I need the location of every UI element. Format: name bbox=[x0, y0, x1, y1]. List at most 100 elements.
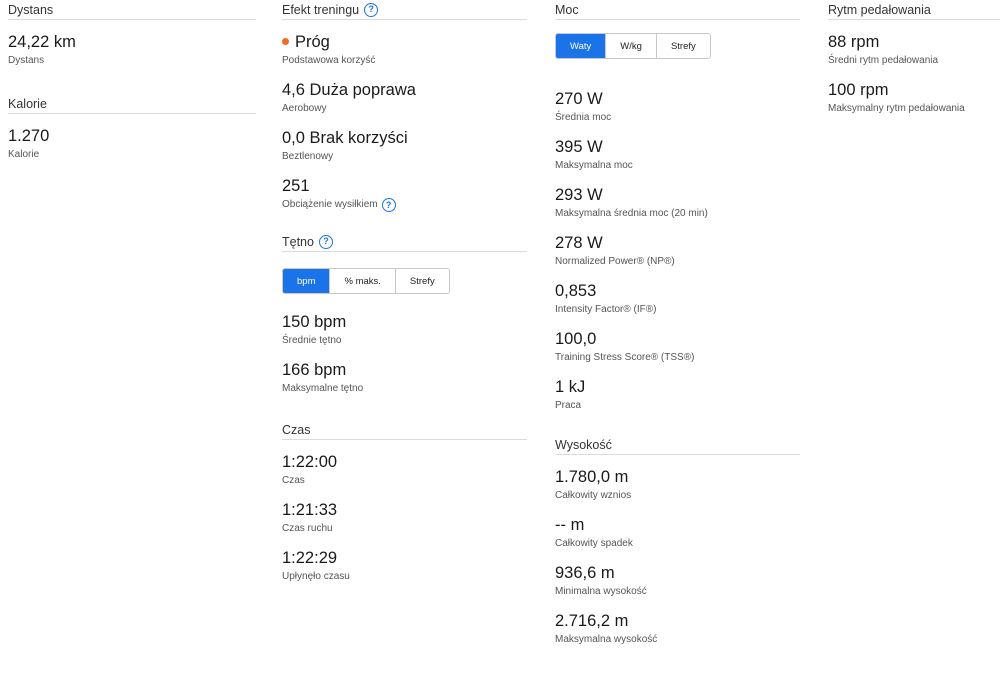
max-hr-label: Maksymalne tętno bbox=[282, 383, 364, 394]
elapsed-time-value: 1:22:29 bbox=[282, 549, 338, 567]
distance-stat: 24,22 km Dystans bbox=[8, 32, 256, 68]
primary-benefit-dot bbox=[282, 37, 289, 45]
distance-header: Dystans bbox=[8, 0, 256, 20]
power-stat: 100,0 Training Stress Score® (TSS®) bbox=[555, 329, 800, 365]
elapsed-time-stat: 1:22:29 Upłynęło czasu bbox=[282, 548, 527, 584]
distance-section: Dystans 24,22 km Dystans bbox=[8, 0, 256, 68]
power-section: Moc Waty W/kg Strefy 270 W Średnia moc 3… bbox=[555, 0, 800, 413]
aerobic-stat: 4,6 Duża poprawa Aerobowy bbox=[282, 80, 527, 116]
min-elevation-value: 936,6 m bbox=[555, 564, 615, 582]
training-effect-section: Efekt treningu ? Próg Podstawowa korzyść… bbox=[282, 0, 527, 212]
power-header: Moc bbox=[555, 0, 800, 20]
elevation-stat: 2.716,2 m Maksymalna wysokość bbox=[555, 611, 800, 647]
avg-cadence-stat: 88 rpm Średni rytm pedałowania bbox=[828, 32, 1000, 68]
tab-watts[interactable]: Waty bbox=[556, 34, 607, 58]
intensity-factor-label: Intensity Factor® (IF®) bbox=[555, 304, 657, 315]
max-power-value: 395 W bbox=[555, 138, 603, 156]
intensity-factor-value: 0,853 bbox=[555, 282, 597, 300]
max-hr-stat: 166 bpm Maksymalne tętno bbox=[282, 360, 527, 396]
primary-benefit-value: Próg bbox=[295, 33, 330, 51]
total-descent-value: -- m bbox=[555, 516, 585, 534]
calories-stat: 1.270 Kalorie bbox=[8, 126, 256, 162]
total-ascent-label: Całkowity wznios bbox=[555, 490, 632, 501]
max-elevation-value: 2.716,2 m bbox=[555, 612, 629, 630]
max-hr-value: 166 bpm bbox=[282, 361, 347, 379]
training-load-value: 251 bbox=[282, 177, 310, 195]
time-total-label: Czas bbox=[282, 475, 305, 486]
help-circle-icon[interactable]: ? bbox=[381, 198, 396, 212]
anaerobic-label: Beztlenowy bbox=[282, 151, 334, 162]
moving-time-stat: 1:21:33 Czas ruchu bbox=[282, 500, 527, 536]
distance-value: 24,22 km bbox=[8, 33, 76, 51]
tab-w-per-kg[interactable]: W/kg bbox=[606, 34, 657, 58]
avg-cadence-value: 88 rpm bbox=[828, 33, 880, 51]
max-20min-power-label: Maksymalna średnia moc (20 min) bbox=[555, 208, 708, 219]
cadence-header: Rytm pedałowania bbox=[828, 0, 1000, 20]
tab-bpm[interactable]: bpm bbox=[283, 269, 331, 293]
help-circle-icon[interactable]: ? bbox=[318, 234, 333, 249]
power-stat: 270 W Średnia moc bbox=[555, 89, 800, 125]
power-stat: 293 W Maksymalna średnia moc (20 min) bbox=[555, 185, 800, 221]
cadence-section: Rytm pedałowania 88 rpm Średni rytm peda… bbox=[828, 0, 1000, 116]
total-ascent-value: 1.780,0 m bbox=[555, 468, 629, 486]
max-cadence-value: 100 rpm bbox=[828, 81, 889, 99]
calories-value: 1.270 bbox=[8, 127, 50, 145]
calories-label: Kalorie bbox=[8, 149, 40, 160]
total-descent-label: Całkowity spadek bbox=[555, 538, 633, 549]
heart-rate-section: Tętno ? bpm % maks. Strefy 150 bpm Średn… bbox=[282, 232, 527, 396]
tab-percent-max[interactable]: % maks. bbox=[330, 269, 396, 293]
tab-power-zones[interactable]: Strefy bbox=[656, 34, 710, 58]
elevation-section: Wysokość 1.780,0 m Całkowity wznios -- m… bbox=[555, 435, 800, 647]
power-stat: 0,853 Intensity Factor® (IF®) bbox=[555, 281, 800, 317]
time-header: Czas bbox=[282, 420, 527, 440]
power-stat: 278 W Normalized Power® (NP®) bbox=[555, 233, 800, 269]
tss-value: 100,0 bbox=[555, 330, 597, 348]
time-total-stat: 1:22:00 Czas bbox=[282, 452, 527, 488]
avg-hr-value: 150 bpm bbox=[282, 313, 347, 331]
avg-power-value: 270 W bbox=[555, 90, 603, 108]
primary-benefit-stat: Próg Podstawowa korzyść bbox=[282, 32, 527, 68]
tss-label: Training Stress Score® (TSS®) bbox=[555, 352, 695, 363]
heart-rate-unit-toggle: bpm % maks. Strefy bbox=[282, 268, 450, 294]
help-circle-icon[interactable]: ? bbox=[364, 2, 379, 17]
min-elevation-label: Minimalna wysokość bbox=[555, 586, 647, 597]
primary-benefit-label: Podstawowa korzyść bbox=[282, 55, 376, 66]
calories-section: Kalorie 1.270 Kalorie bbox=[8, 94, 256, 162]
column-summary: Dystans 24,22 km Dystans Kalorie 1.270 K… bbox=[8, 0, 256, 174]
avg-hr-stat: 150 bpm Średnie tętno bbox=[282, 312, 527, 348]
column-power: Moc Waty W/kg Strefy 270 W Średnia moc 3… bbox=[555, 0, 800, 659]
power-stat: 395 W Maksymalna moc bbox=[555, 137, 800, 173]
training-load-stat: 251 Obciążenie wysiłkiem ? bbox=[282, 176, 527, 212]
max-20min-power-value: 293 W bbox=[555, 186, 603, 204]
training-effect-header: Efekt treningu ? bbox=[282, 0, 527, 20]
aerobic-value: 4,6 Duża poprawa bbox=[282, 81, 416, 99]
distance-label: Dystans bbox=[8, 55, 45, 66]
power-unit-toggle: Waty W/kg Strefy bbox=[555, 33, 711, 59]
elevation-stat: 1.780,0 m Całkowity wznios bbox=[555, 467, 800, 503]
max-elevation-label: Maksymalna wysokość bbox=[555, 634, 658, 645]
tab-zones[interactable]: Strefy bbox=[395, 269, 449, 293]
anaerobic-stat: 0,0 Brak korzyści Beztlenowy bbox=[282, 128, 527, 164]
avg-cadence-label: Średni rytm pedałowania bbox=[828, 55, 939, 66]
avg-hr-label: Średnie tętno bbox=[282, 335, 342, 346]
moving-time-value: 1:21:33 bbox=[282, 501, 338, 519]
elapsed-time-label: Upłynęło czasu bbox=[282, 571, 350, 582]
elevation-header: Wysokość bbox=[555, 435, 800, 455]
max-cadence-stat: 100 rpm Maksymalny rytm pedałowania bbox=[828, 80, 1000, 116]
aerobic-label: Aerobowy bbox=[282, 103, 327, 114]
calories-header: Kalorie bbox=[8, 94, 256, 114]
time-total-value: 1:22:00 bbox=[282, 453, 338, 471]
avg-power-label: Średnia moc bbox=[555, 112, 612, 123]
column-cadence: Rytm pedałowania 88 rpm Średni rytm peda… bbox=[828, 0, 1000, 128]
elevation-stat: -- m Całkowity spadek bbox=[555, 515, 800, 551]
moving-time-label: Czas ruchu bbox=[282, 523, 333, 534]
max-power-label: Maksymalna moc bbox=[555, 160, 633, 171]
column-training: Efekt treningu ? Próg Podstawowa korzyść… bbox=[282, 0, 527, 596]
work-value: 1 kJ bbox=[555, 378, 586, 396]
time-section: Czas 1:22:00 Czas 1:21:33 Czas ruchu 1:2… bbox=[282, 420, 527, 584]
power-stat: 1 kJ Praca bbox=[555, 377, 800, 413]
max-cadence-label: Maksymalny rytm pedałowania bbox=[828, 103, 965, 114]
heart-rate-header: Tętno ? bbox=[282, 232, 527, 252]
normalized-power-value: 278 W bbox=[555, 234, 603, 252]
work-label: Praca bbox=[555, 400, 582, 411]
